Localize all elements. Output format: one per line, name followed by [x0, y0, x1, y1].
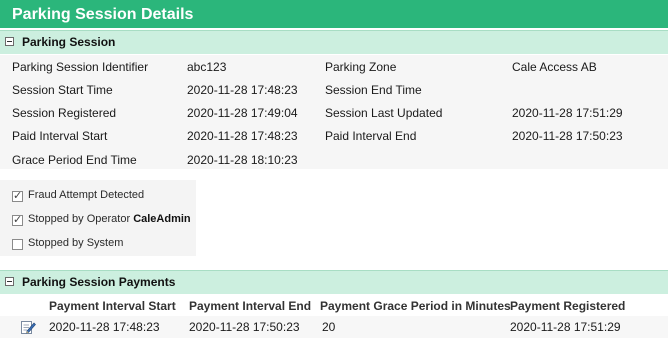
page-title: Parking Session Details — [0, 0, 668, 28]
identifier-label: Parking Session Identifier — [12, 60, 149, 74]
grace-end-label: Grace Period End Time — [12, 153, 137, 167]
column-grace-minutes[interactable]: Payment Grace Period in Minutes — [320, 299, 511, 313]
last-updated-value: 2020-11-28 17:51:29 — [512, 106, 623, 120]
payments-header-label: Parking Session Payments — [22, 275, 176, 289]
paid-start-label: Paid Interval Start — [12, 129, 108, 143]
grace-end-value: 2020-11-28 18:10:23 — [187, 153, 298, 167]
payment-registered: 2020-11-28 17:51:29 — [510, 320, 621, 334]
column-interval-end[interactable]: Payment Interval End — [189, 299, 311, 313]
session-flags: Fraud Attempt Detected Stopped by Operat… — [0, 180, 196, 256]
registered-value: 2020-11-28 17:49:04 — [187, 106, 298, 120]
zone-value: Cale Access AB — [512, 60, 597, 74]
column-registered[interactable]: Payment Registered — [510, 299, 625, 313]
parking-session-header-label: Parking Session — [22, 35, 116, 49]
last-updated-label: Session Last Updated — [325, 106, 443, 120]
payment-interval-start: 2020-11-28 17:48:23 — [49, 320, 160, 334]
table-row[interactable]: 2020-11-28 17:48:23 2020-11-28 17:50:23 … — [0, 316, 668, 338]
zone-label: Parking Zone — [325, 60, 397, 74]
parking-session-details: Parking Session Identifier abc123 Parkin… — [0, 55, 668, 169]
registered-label: Session Registered — [12, 106, 117, 120]
operator-name: CaleAdmin — [133, 213, 191, 225]
identifier-value: abc123 — [187, 60, 227, 74]
end-time-label: Session End Time — [325, 83, 422, 97]
stopped-by-operator-label: Stopped by Operator CaleAdmin — [28, 213, 191, 225]
payments-table-header: Payment Interval Start Payment Interval … — [0, 296, 668, 316]
fraud-attempt-label: Fraud Attempt Detected — [28, 189, 145, 201]
payment-interval-end: 2020-11-28 17:50:23 — [189, 320, 300, 334]
paid-end-label: Paid Interval End — [325, 129, 417, 143]
payment-grace-minutes: 20 — [322, 320, 336, 334]
stopped-by-system-label: Stopped by System — [28, 237, 124, 249]
paid-end-value: 2020-11-28 17:50:23 — [512, 129, 623, 143]
payments-header[interactable]: Parking Session Payments — [0, 270, 668, 294]
collapse-icon[interactable] — [5, 277, 14, 286]
start-time-value: 2020-11-28 17:48:23 — [187, 83, 298, 97]
parking-session-header[interactable]: Parking Session — [0, 30, 668, 54]
fraud-attempt-checkbox[interactable] — [12, 189, 23, 202]
stopped-by-operator-text: Stopped by Operator — [28, 213, 131, 225]
start-time-label: Session Start Time — [12, 83, 113, 97]
stopped-by-system-checkbox[interactable] — [12, 239, 23, 250]
stopped-by-operator-checkbox[interactable] — [12, 213, 23, 226]
collapse-icon[interactable] — [5, 37, 14, 46]
paid-start-value: 2020-11-28 17:48:23 — [187, 129, 298, 143]
edit-icon[interactable] — [20, 319, 36, 335]
column-interval-start[interactable]: Payment Interval Start — [49, 299, 176, 313]
